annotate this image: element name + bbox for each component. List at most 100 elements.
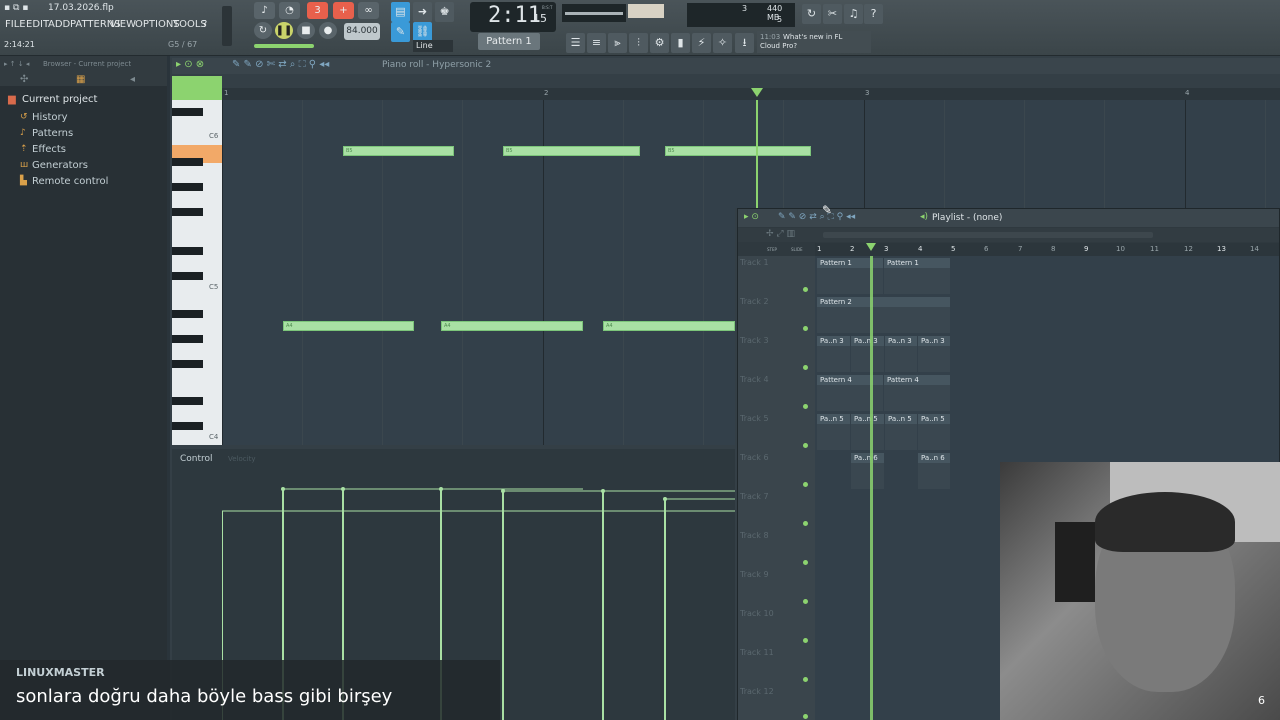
playhead-marker-icon[interactable] [751,88,763,97]
browser-item-history[interactable]: History [32,112,68,123]
track-mute-led[interactable] [803,560,808,565]
typing-keyboard-icon[interactable]: ▤ [391,2,410,22]
pattern-clip[interactable]: Pa..n 5 [851,414,884,450]
pattern-clip[interactable]: Pa..n 3 [918,336,950,372]
track-label[interactable]: Track 4 [740,375,812,384]
track-label[interactable]: Track 1 [740,258,812,267]
track-mute-led[interactable] [803,638,808,643]
browser-item-remote-control[interactable]: Remote control [32,176,108,187]
mic-icon[interactable]: ✧ [713,33,732,53]
note[interactable]: A4 [441,321,583,331]
browser-root[interactable]: Current project [22,94,97,105]
pattern-clip[interactable]: Pa..n 6 [918,453,950,489]
playlist-h-scrollbar[interactable] [823,232,1153,238]
pause-button[interactable]: ❚❚ [275,22,293,39]
refresh-icon[interactable]: ↻ [802,4,821,24]
track-label[interactable]: Track 2 [740,297,812,306]
track-mute-led[interactable] [803,521,808,526]
browser-folder-icon[interactable]: ▦ [76,74,85,85]
track-mute-led[interactable] [803,287,808,292]
track-label[interactable]: Track 12 [740,687,812,696]
playlist-playhead-marker-icon[interactable] [866,243,876,251]
piano-roll-menu-icon[interactable]: ▸ ⊙ ⊗ [176,59,204,70]
window-controls[interactable]: ▪ ⧉ ▪ [4,3,44,15]
stop-button[interactable]: ■ [297,22,315,39]
browser-item-patterns[interactable]: Patterns [32,128,73,139]
pattern-clip[interactable]: Pa..n 6 [851,453,884,489]
menu-help[interactable]: ? [202,19,207,30]
track-label[interactable]: Track 8 [740,531,812,540]
snap-tool-icon[interactable]: ✎ [391,22,410,42]
browser-item-generators[interactable]: Generators [32,160,88,171]
chain-icon[interactable]: ⛓ [413,22,432,42]
pattern-clip[interactable]: Pattern 2 [817,297,950,333]
track-label[interactable]: Track 7 [740,492,812,501]
track-label[interactable]: Track 11 [740,648,812,657]
browser-collapse-icon[interactable]: ◂ [130,74,135,85]
metronome-icon[interactable]: ◔ [279,2,300,19]
master-volume-slider[interactable] [222,6,232,46]
note[interactable]: A4 [283,321,414,331]
time-display-panel[interactable]: 2:11 15 B:S:T [470,2,556,32]
track-mute-led[interactable] [803,404,808,409]
track-label[interactable]: Track 5 [740,414,812,423]
loop-icon[interactable]: ↻ [254,22,272,39]
browser-add-icon[interactable]: ✣ [20,74,28,85]
pattern-clip[interactable]: Pattern 1 [817,258,883,294]
track-mute-led[interactable] [803,599,808,604]
pattern-clip[interactable]: Pa..n 5 [885,414,917,450]
pattern-clip[interactable]: Pa..n 3 [851,336,884,372]
help-icon[interactable]: ? [864,4,883,24]
browser-item-effects[interactable]: Effects [32,144,66,155]
piano-roll-playhead[interactable] [756,100,758,208]
menu-view[interactable]: VIEW [110,19,136,30]
track-label[interactable]: Track 6 [740,453,812,462]
browser-arrows-icon[interactable]: ▸ ↑ ↓ ◂ [4,60,29,68]
pattern-clip[interactable]: Pa..n 3 [817,336,850,372]
track-mute-led[interactable] [803,365,808,370]
blend-icon[interactable]: + [333,2,354,19]
pattern-clip[interactable]: Pattern 4 [817,375,883,411]
piano-roll-icon[interactable]: ⫸ [608,33,627,53]
track-label[interactable]: Track 10 [740,609,812,618]
countdown-icon[interactable]: 3 [307,2,328,19]
step-edit-icon[interactable]: ➜ [413,2,432,22]
menu-file[interactable]: FILE [5,19,26,30]
piano-roll-tools-icon[interactable]: ✎ ✎ ⊘ ✄ ⇄ ⌕ ⛶ ⚲ ◂◂ [232,59,329,70]
note[interactable]: B5 [343,146,454,156]
pattern-mode-icon[interactable]: ♪ [254,2,275,19]
playlist-icon[interactable]: ☰ [566,33,585,53]
plugin-icon[interactable]: ⚙ [650,33,669,53]
plugin-picker-icon[interactable]: ✂ [823,4,842,24]
pattern-clip[interactable]: Pa..n 5 [918,414,950,450]
track-mute-led[interactable] [803,443,808,448]
audio-device-icon[interactable]: ♚ [435,2,454,22]
note[interactable]: B5 [665,146,811,156]
microphone-icon[interactable]: ♫ [844,4,863,24]
menu-edit[interactable]: EDIT [26,19,49,30]
channel-rack-icon[interactable]: ≡ [587,33,606,53]
browser-icon[interactable]: ▮ [671,33,690,53]
note[interactable]: B5 [503,146,640,156]
news-panel[interactable]: 11:03 What's new in FL Cloud Pro? [757,31,871,53]
record-button[interactable]: ● [319,22,337,39]
main-pitch-slider[interactable] [254,44,314,48]
tempo-display[interactable]: 84.000 [344,23,380,40]
snap-select[interactable]: Line [413,40,453,52]
pattern-clip[interactable]: Pattern 1 [884,258,950,294]
playlist-tools-icon[interactable]: ✎ ✎ ⊘ ⇄ ⌕ ⛶ ⚲ ◂◂ [778,212,855,222]
track-label[interactable]: Track 9 [740,570,812,579]
playlist-playhead[interactable] [870,256,873,720]
track-mute-led[interactable] [803,714,808,719]
note-grid[interactable] [222,100,735,445]
control-label[interactable]: Control [180,454,213,464]
track-label[interactable]: Track 3 [740,336,812,345]
plug-icon[interactable]: ⚡ [692,33,711,53]
menu-add[interactable]: ADD [48,19,70,30]
mixer-icon[interactable]: ⫶ [629,33,648,53]
playlist-play-icon[interactable]: ◂) [920,212,928,222]
pattern-clip[interactable]: Pa..n 3 [885,336,917,372]
pattern-clip[interactable]: Pattern 4 [884,375,950,411]
download-icon[interactable]: ⭳ [735,33,754,53]
pattern-selector[interactable]: Pattern 1 [478,33,540,50]
